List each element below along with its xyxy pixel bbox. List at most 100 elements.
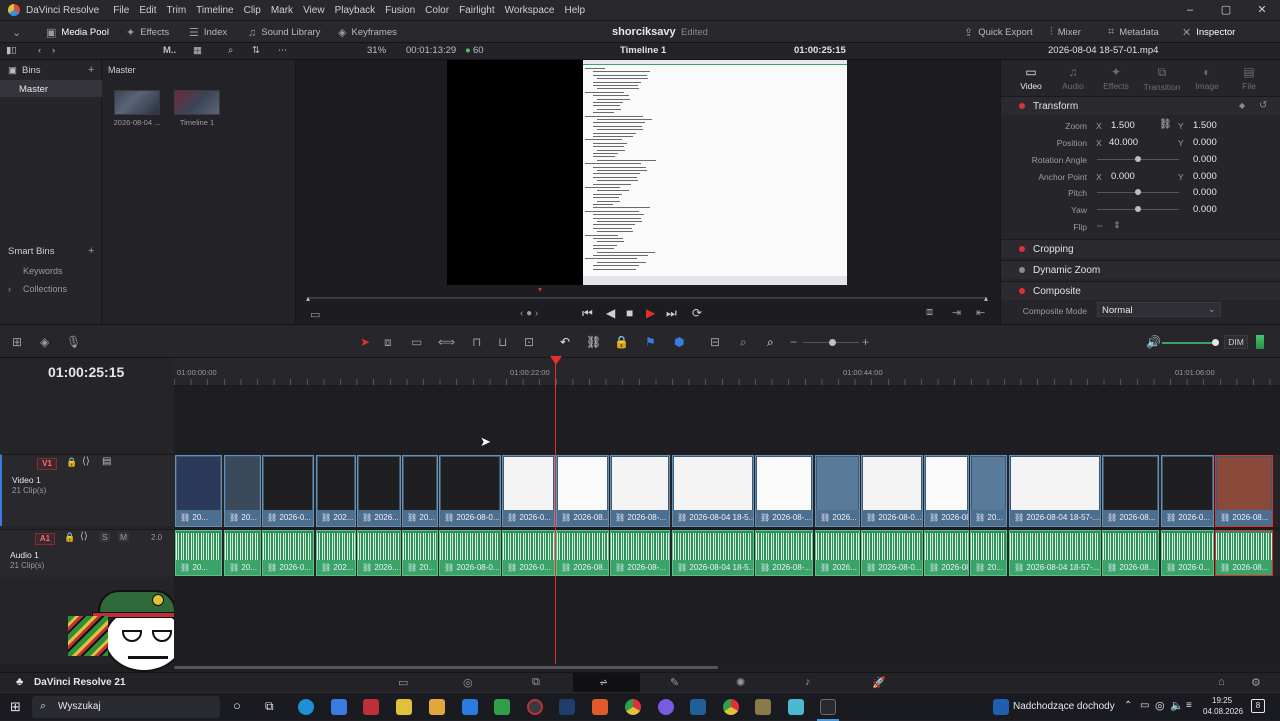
- mail-icon[interactable]: [462, 699, 478, 715]
- video-clip[interactable]: ⛓ 20...: [224, 455, 261, 527]
- forward-icon[interactable]: ›: [52, 45, 55, 56]
- bins-toggle-icon[interactable]: ▣: [8, 65, 17, 76]
- flip-vertical-icon[interactable]: ⇕: [1113, 220, 1121, 231]
- audio-clip[interactable]: ⛓ 2026-0...: [262, 530, 314, 576]
- menu-mark[interactable]: Mark: [271, 5, 293, 16]
- zoom-slider-knob[interactable]: [829, 339, 836, 346]
- go-to-start-icon[interactable]: ⏮: [582, 306, 593, 321]
- smart-bin-keywords[interactable]: Keywords: [23, 266, 63, 276]
- audio-clip[interactable]: ⛓ 20...: [402, 530, 438, 576]
- tab-effects[interactable]: ✦ Effects: [1096, 65, 1136, 91]
- menu-clip[interactable]: Clip: [244, 5, 261, 16]
- marker-icon[interactable]: ⬢: [674, 335, 684, 349]
- quick-export-button[interactable]: ⇪ Quick Export: [964, 25, 1033, 40]
- video-clip[interactable]: ⛓ 2026-08-0...: [439, 455, 501, 527]
- composite-enable-icon[interactable]: [1019, 288, 1025, 294]
- language-icon[interactable]: ≡: [1186, 700, 1192, 711]
- file-explorer-icon[interactable]: [429, 699, 445, 715]
- menu-fairlight[interactable]: Fairlight: [459, 5, 495, 16]
- dynamic-zoom-enable-icon[interactable]: [1019, 267, 1025, 273]
- network-icon[interactable]: ◎: [1155, 699, 1165, 712]
- audio-clip[interactable]: ⛓ 2026-0...: [1161, 530, 1214, 576]
- app-game-icon[interactable]: [755, 699, 771, 715]
- selection-tool-icon[interactable]: ➤: [360, 335, 370, 349]
- search-icon[interactable]: ⌕: [228, 45, 233, 56]
- playhead-handle-icon[interactable]: [550, 356, 562, 365]
- audio-clip[interactable]: ⛓ 2026-08...: [1215, 530, 1273, 576]
- video-clip[interactable]: ⛓ 2026...: [815, 455, 860, 527]
- lock-icon[interactable]: 🔒: [64, 532, 75, 543]
- track-output-icon[interactable]: ▤: [102, 456, 111, 467]
- deliver-page-icon[interactable]: 🚀: [872, 676, 886, 689]
- clock-date[interactable]: 04.08.2026: [1203, 707, 1243, 716]
- audio-clip[interactable]: ⛓ 20...: [970, 530, 1007, 576]
- rotation-slider-knob[interactable]: [1135, 156, 1141, 162]
- viewer-options-icon[interactable]: ▭: [310, 308, 320, 321]
- zoom-out-icon[interactable]: −: [790, 335, 797, 349]
- pitch-field[interactable]: 0.000: [1193, 187, 1217, 198]
- task-view-icon[interactable]: ⧉: [265, 699, 274, 714]
- audio-clip[interactable]: ⛓ 2026-08-04 18-57-...: [1009, 530, 1101, 576]
- transform-enable-icon[interactable]: [1019, 103, 1025, 109]
- detail-zoom-icon[interactable]: ⌕: [740, 335, 747, 350]
- bin-master[interactable]: Master: [0, 80, 102, 97]
- custom-zoom-icon[interactable]: ⌕: [767, 335, 774, 350]
- playhead[interactable]: [555, 360, 556, 664]
- cortana-icon[interactable]: ○: [233, 698, 241, 713]
- color-icon[interactable]: ◈: [40, 335, 49, 349]
- menu-playback[interactable]: Playback: [335, 5, 376, 16]
- pitch-slider-knob[interactable]: [1135, 189, 1141, 195]
- play-reverse-icon[interactable]: ◀: [606, 306, 615, 320]
- composite-mode-select[interactable]: Normal ⌄: [1097, 302, 1221, 317]
- yaw-field[interactable]: 0.000: [1193, 204, 1217, 215]
- video-clip[interactable]: ⛓ 2026-08...: [1215, 455, 1273, 527]
- link-icon[interactable]: ⛓: [1159, 119, 1172, 130]
- menu-fusion[interactable]: Fusion: [385, 5, 415, 16]
- position-y-field[interactable]: 0.000: [1193, 137, 1217, 148]
- settings-gear-icon[interactable]: ⚙: [1251, 676, 1261, 689]
- edge-icon[interactable]: [298, 699, 314, 715]
- dim-button[interactable]: DIM: [1224, 335, 1248, 349]
- video-clip[interactable]: ⛓ 2026-08-04 18-5...: [672, 455, 754, 527]
- video-track-id[interactable]: V1: [37, 458, 57, 470]
- menu-file[interactable]: File: [113, 5, 129, 16]
- effects-button[interactable]: ✦ Effects: [126, 25, 169, 40]
- audio-clip[interactable]: ⛓ 2026-08...: [924, 530, 969, 576]
- flip-horizontal-icon[interactable]: ⇔: [1095, 220, 1104, 230]
- audio-clip[interactable]: ⛓ 2026-08-...: [755, 530, 813, 576]
- play-icon[interactable]: ▶: [646, 306, 655, 320]
- video-clip[interactable]: ⛓ 2026-08-...: [610, 455, 670, 527]
- solo-button[interactable]: S: [100, 532, 110, 542]
- audio-clip[interactable]: ⛓ 20...: [175, 530, 222, 576]
- layout-icon[interactable]: ⊞: [12, 335, 22, 349]
- dynamic-zoom-section-header[interactable]: Dynamic Zoom: [1001, 260, 1280, 279]
- video-clip[interactable]: ⛓ 2026-08...: [556, 455, 609, 527]
- viewer-scrubber[interactable]: [308, 297, 987, 299]
- cut-page-icon-2[interactable]: ⧉: [532, 676, 540, 689]
- video-clip[interactable]: ⛓ 2026-08-0...: [861, 455, 923, 527]
- flag-icon[interactable]: ⚑: [645, 335, 656, 349]
- prev-edit-icon[interactable]: ⇤: [976, 306, 985, 319]
- mic-icon[interactable]: 🎙: [66, 335, 81, 349]
- audio-clip[interactable]: ⛓ 20...: [224, 530, 261, 576]
- reset-icon[interactable]: ↺: [1259, 100, 1267, 111]
- video-clip[interactable]: ⛓ 2026...: [357, 455, 401, 527]
- video-clip[interactable]: ⛓ 202...: [316, 455, 356, 527]
- menu-help[interactable]: Help: [564, 5, 585, 16]
- chevron-right-icon[interactable]: ›: [8, 284, 11, 294]
- anchor-x-field[interactable]: 0.000: [1111, 171, 1135, 182]
- blade-tool-icon[interactable]: ▭: [411, 335, 422, 349]
- audio-clip[interactable]: ⛓ 2026-08...: [1102, 530, 1159, 576]
- news-label[interactable]: Nadchodzące dochody: [1013, 701, 1115, 712]
- loop-icon[interactable]: ⟳: [692, 306, 702, 320]
- add-bin-icon[interactable]: +: [88, 64, 94, 76]
- app-discord-icon[interactable]: [658, 699, 674, 715]
- tab-image[interactable]: ◐ Image: [1187, 65, 1227, 91]
- audio-clip[interactable]: ⛓ 2026-08-...: [610, 530, 670, 576]
- zoom-in-icon[interactable]: +: [862, 335, 869, 349]
- tab-video[interactable]: ▭ Video: [1011, 65, 1051, 91]
- video-clip[interactable]: ⛓ 2026-08-...: [755, 455, 813, 527]
- auto-select-icon[interactable]: ⟨⟩: [80, 531, 88, 542]
- link-icon[interactable]: ⛓: [586, 335, 601, 349]
- keyframe-icon[interactable]: ◆: [1239, 101, 1245, 110]
